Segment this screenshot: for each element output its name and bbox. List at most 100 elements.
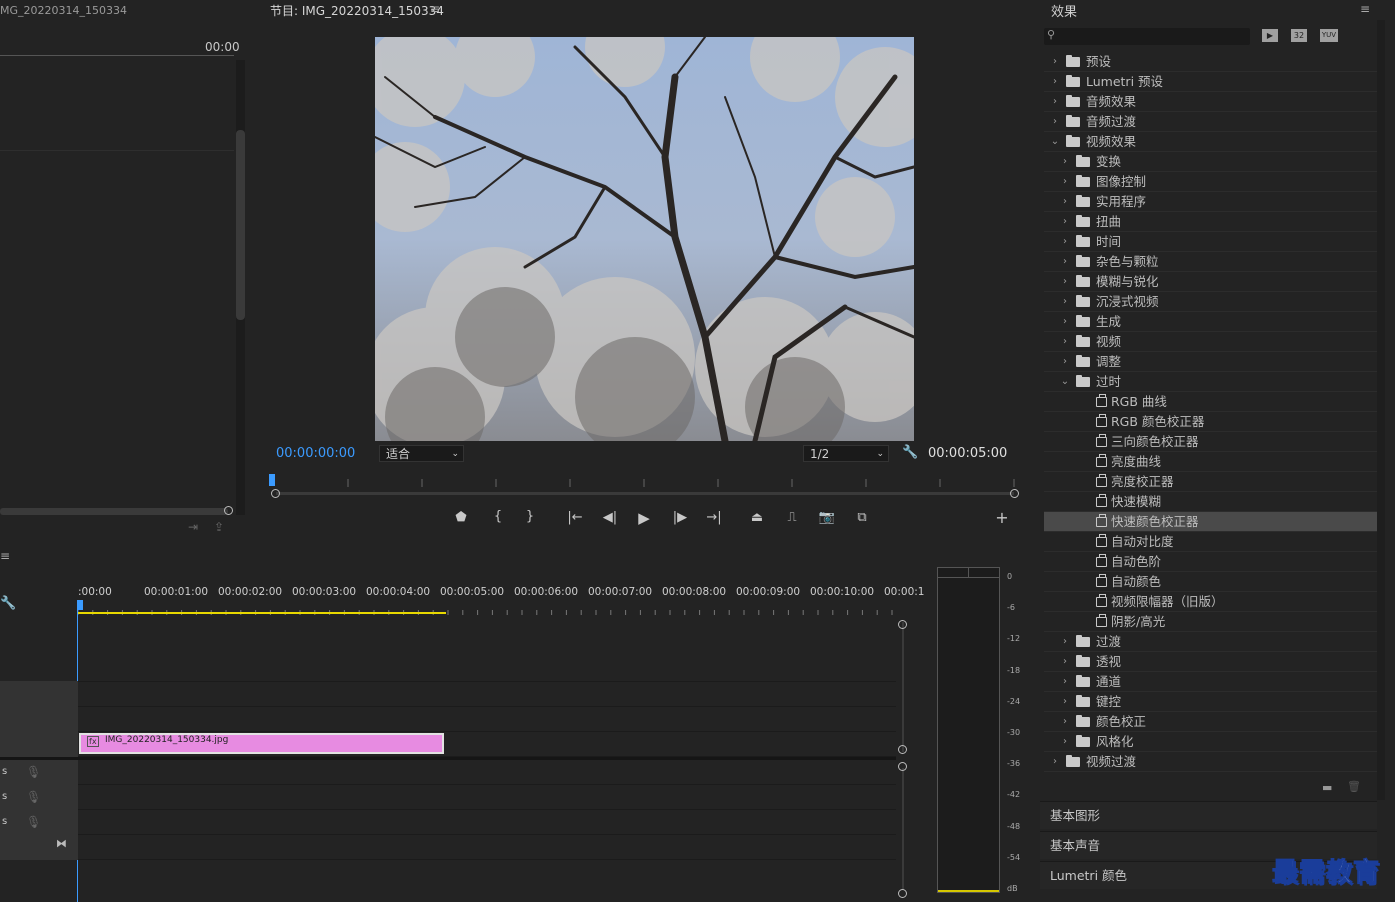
fit-dropdown[interactable]: 适合 ⌄ (379, 445, 464, 462)
program-zoom-bar[interactable] (276, 492, 1014, 495)
effects-tree-item[interactable]: › 过渡 (1044, 632, 1381, 652)
scroll-handle[interactable] (898, 889, 907, 898)
32bit-effects-icon[interactable]: 32 (1291, 29, 1307, 42)
program-panel-title[interactable]: 节目: IMG_20220314_150334 (270, 2, 444, 19)
step-back-icon[interactable]: ◀| (599, 509, 621, 527)
effects-tree-item[interactable]: RGB 曲线 (1044, 392, 1381, 412)
effects-tree-item[interactable]: › 实用程序 (1044, 192, 1381, 212)
accelerated-effects-icon[interactable]: ▶ (1262, 29, 1278, 42)
scroll-handle[interactable] (898, 745, 907, 754)
resolution-dropdown[interactable]: 1/2 ⌄ (803, 445, 889, 462)
effects-tree-item[interactable]: › 音频过渡 (1044, 112, 1381, 132)
audio-track-master[interactable] (78, 835, 896, 860)
effects-tree-item[interactable]: 视频限幅器（旧版） (1044, 592, 1381, 612)
chevron-right-icon[interactable]: › (1050, 92, 1060, 112)
hamburger-icon[interactable]: ≡ (0, 549, 10, 563)
video-track-v3[interactable] (78, 682, 896, 707)
scroll-handle[interactable] (898, 620, 907, 629)
effects-tree-item[interactable]: 自动色阶 (1044, 552, 1381, 572)
chevron-right-icon[interactable]: › (1060, 312, 1070, 332)
mark-out-icon[interactable]: } (519, 508, 541, 526)
chevron-right-icon[interactable]: › (1060, 332, 1070, 352)
chevron-right-icon[interactable]: › (1060, 692, 1070, 712)
video-scrollbar[interactable] (902, 622, 904, 752)
chevron-right-icon[interactable]: › (1060, 732, 1070, 752)
camera-icon[interactable]: 📷 (816, 509, 838, 527)
work-area-bar[interactable] (78, 612, 446, 614)
effects-tree-item[interactable]: › 视频 (1044, 332, 1381, 352)
audio-track-a1[interactable] (78, 760, 896, 785)
effects-tree-item[interactable]: 亮度曲线 (1044, 452, 1381, 472)
program-time-ruler[interactable] (270, 473, 1020, 487)
effects-tree-item[interactable]: › 扭曲 (1044, 212, 1381, 232)
effects-tree-item[interactable]: › 变换 (1044, 152, 1381, 172)
hamburger-icon[interactable]: ≡ (430, 2, 440, 16)
chevron-right-icon[interactable]: › (1060, 232, 1070, 252)
effects-tree-item[interactable]: 快速颜色校正器 (1044, 512, 1381, 532)
video-track-empty[interactable] (78, 616, 896, 682)
source-horizontal-scrollbar[interactable] (0, 508, 228, 515)
go-to-out-icon[interactable]: →| (703, 509, 725, 527)
trash-icon[interactable]: 🗑 (1347, 780, 1361, 793)
hamburger-icon[interactable]: ≡ (1360, 2, 1370, 16)
effects-tree-item[interactable]: › Lumetri 预设 (1044, 72, 1381, 92)
effects-tree-item[interactable]: › 图像控制 (1044, 172, 1381, 192)
insert-icon[interactable]: ⇥ (188, 520, 198, 534)
comparison-view-icon[interactable]: ⧉ (851, 509, 873, 527)
effects-tree-item[interactable]: 自动颜色 (1044, 572, 1381, 592)
effects-tree-item[interactable]: › 时间 (1044, 232, 1381, 252)
yuv-effects-icon[interactable]: YUV (1320, 29, 1338, 42)
effects-tree-item[interactable]: RGB 颜色校正器 (1044, 412, 1381, 432)
effects-tree-item[interactable]: › 视频过渡 (1044, 752, 1381, 772)
program-current-time[interactable]: 00:00:00:00 (276, 446, 355, 461)
audio-track-a3[interactable] (78, 810, 896, 835)
zoom-handle-right[interactable] (1010, 489, 1019, 498)
chevron-down-icon[interactable]: ⌄ (1050, 132, 1060, 152)
export-icon[interactable]: ⇪ (214, 520, 224, 534)
source-scroll-thumb[interactable] (236, 130, 245, 320)
effects-tree-item[interactable]: 亮度校正器 (1044, 472, 1381, 492)
microphone-icon[interactable]: 🎙 (26, 790, 41, 804)
microphone-icon[interactable]: 🎙 (26, 815, 41, 829)
effects-tree-item[interactable]: › 颜色校正 (1044, 712, 1381, 732)
audio-track-a2[interactable] (78, 785, 896, 810)
chevron-right-icon[interactable]: › (1050, 72, 1060, 92)
jump-to-end-icon[interactable]: ⧓ (56, 837, 67, 850)
effects-scrollbar[interactable] (1377, 20, 1385, 800)
effects-search-input[interactable]: ⚲ (1044, 28, 1250, 45)
effects-tree-item[interactable]: › 预设 (1044, 52, 1381, 72)
audio-scrollbar[interactable] (902, 768, 904, 890)
effects-panel-title[interactable]: 效果 (1051, 1, 1077, 20)
chevron-right-icon[interactable]: › (1060, 272, 1070, 292)
go-to-in-icon[interactable]: |← (564, 509, 586, 527)
chevron-right-icon[interactable]: › (1060, 212, 1070, 232)
effects-tree-item[interactable]: 自动对比度 (1044, 532, 1381, 552)
timeline-ruler[interactable]: :00:00 00:00:01:00 00:00:02:00 00:00:03:00 0… (76, 586, 924, 602)
microphone-icon[interactable]: 🎙 (26, 765, 41, 779)
effects-tree-item[interactable]: › 音频效果 (1044, 92, 1381, 112)
zoom-handle-left[interactable] (271, 489, 280, 498)
timeline-playhead-handle[interactable] (77, 600, 83, 610)
source-zoom-handle[interactable] (224, 506, 233, 515)
extract-icon[interactable]: ⎍ (781, 509, 803, 527)
lift-icon[interactable]: ⏏ (746, 509, 768, 527)
effects-tree-item[interactable]: ⌄ 视频效果 (1044, 132, 1381, 152)
chevron-right-icon[interactable]: › (1060, 672, 1070, 692)
chevron-right-icon[interactable]: › (1060, 152, 1070, 172)
effects-tree-item[interactable]: › 杂色与颗粒 (1044, 252, 1381, 272)
wrench-icon[interactable]: 🔧 (0, 596, 16, 611)
mark-in-icon[interactable]: { (487, 508, 509, 526)
program-playhead[interactable] (269, 474, 275, 486)
wrench-icon[interactable]: 🔧 (902, 445, 918, 460)
effects-tree-item[interactable]: › 透视 (1044, 652, 1381, 672)
effects-tree-item[interactable]: › 键控 (1044, 692, 1381, 712)
chevron-down-icon[interactable]: ⌄ (1060, 372, 1070, 392)
effects-tree-item[interactable]: 快速模糊 (1044, 492, 1381, 512)
chevron-right-icon[interactable]: › (1060, 292, 1070, 312)
chevron-right-icon[interactable]: › (1060, 352, 1070, 372)
chevron-right-icon[interactable]: › (1060, 172, 1070, 192)
effects-tree-item[interactable]: › 沉浸式视频 (1044, 292, 1381, 312)
step-forward-icon[interactable]: |▶ (669, 509, 691, 527)
chevron-right-icon[interactable]: › (1060, 252, 1070, 272)
chevron-right-icon[interactable]: › (1060, 632, 1070, 652)
